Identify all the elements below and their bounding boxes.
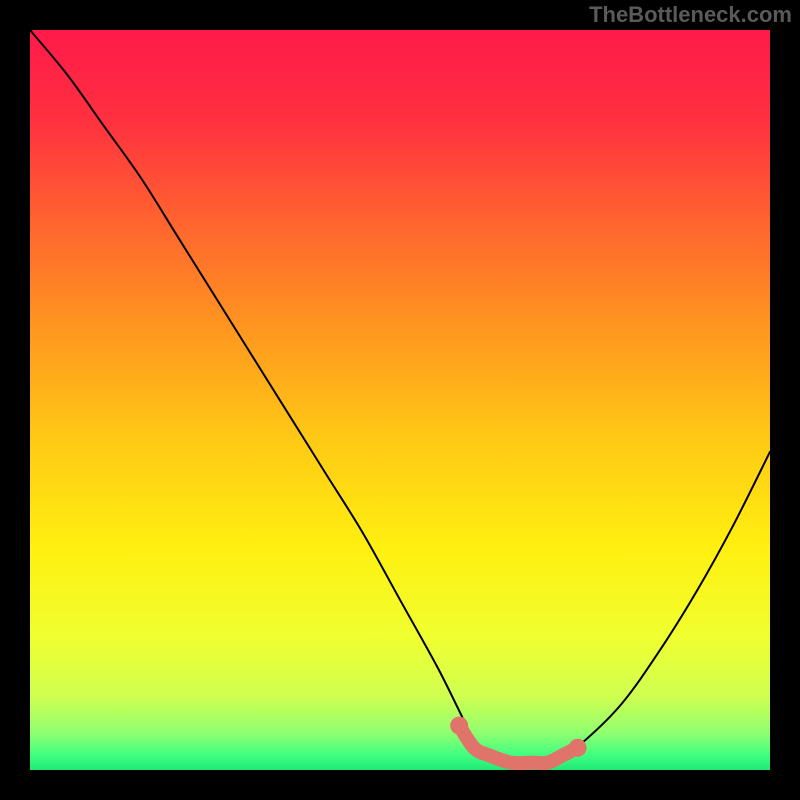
chart-container: TheBottleneck.com [0, 0, 800, 800]
highlight-end-marker-1 [569, 739, 587, 757]
chart-svg [30, 30, 770, 770]
watermark-text: TheBottleneck.com [589, 2, 792, 28]
plot-area [30, 30, 770, 770]
highlight-end-marker-0 [450, 717, 468, 735]
gradient-background [30, 30, 770, 770]
